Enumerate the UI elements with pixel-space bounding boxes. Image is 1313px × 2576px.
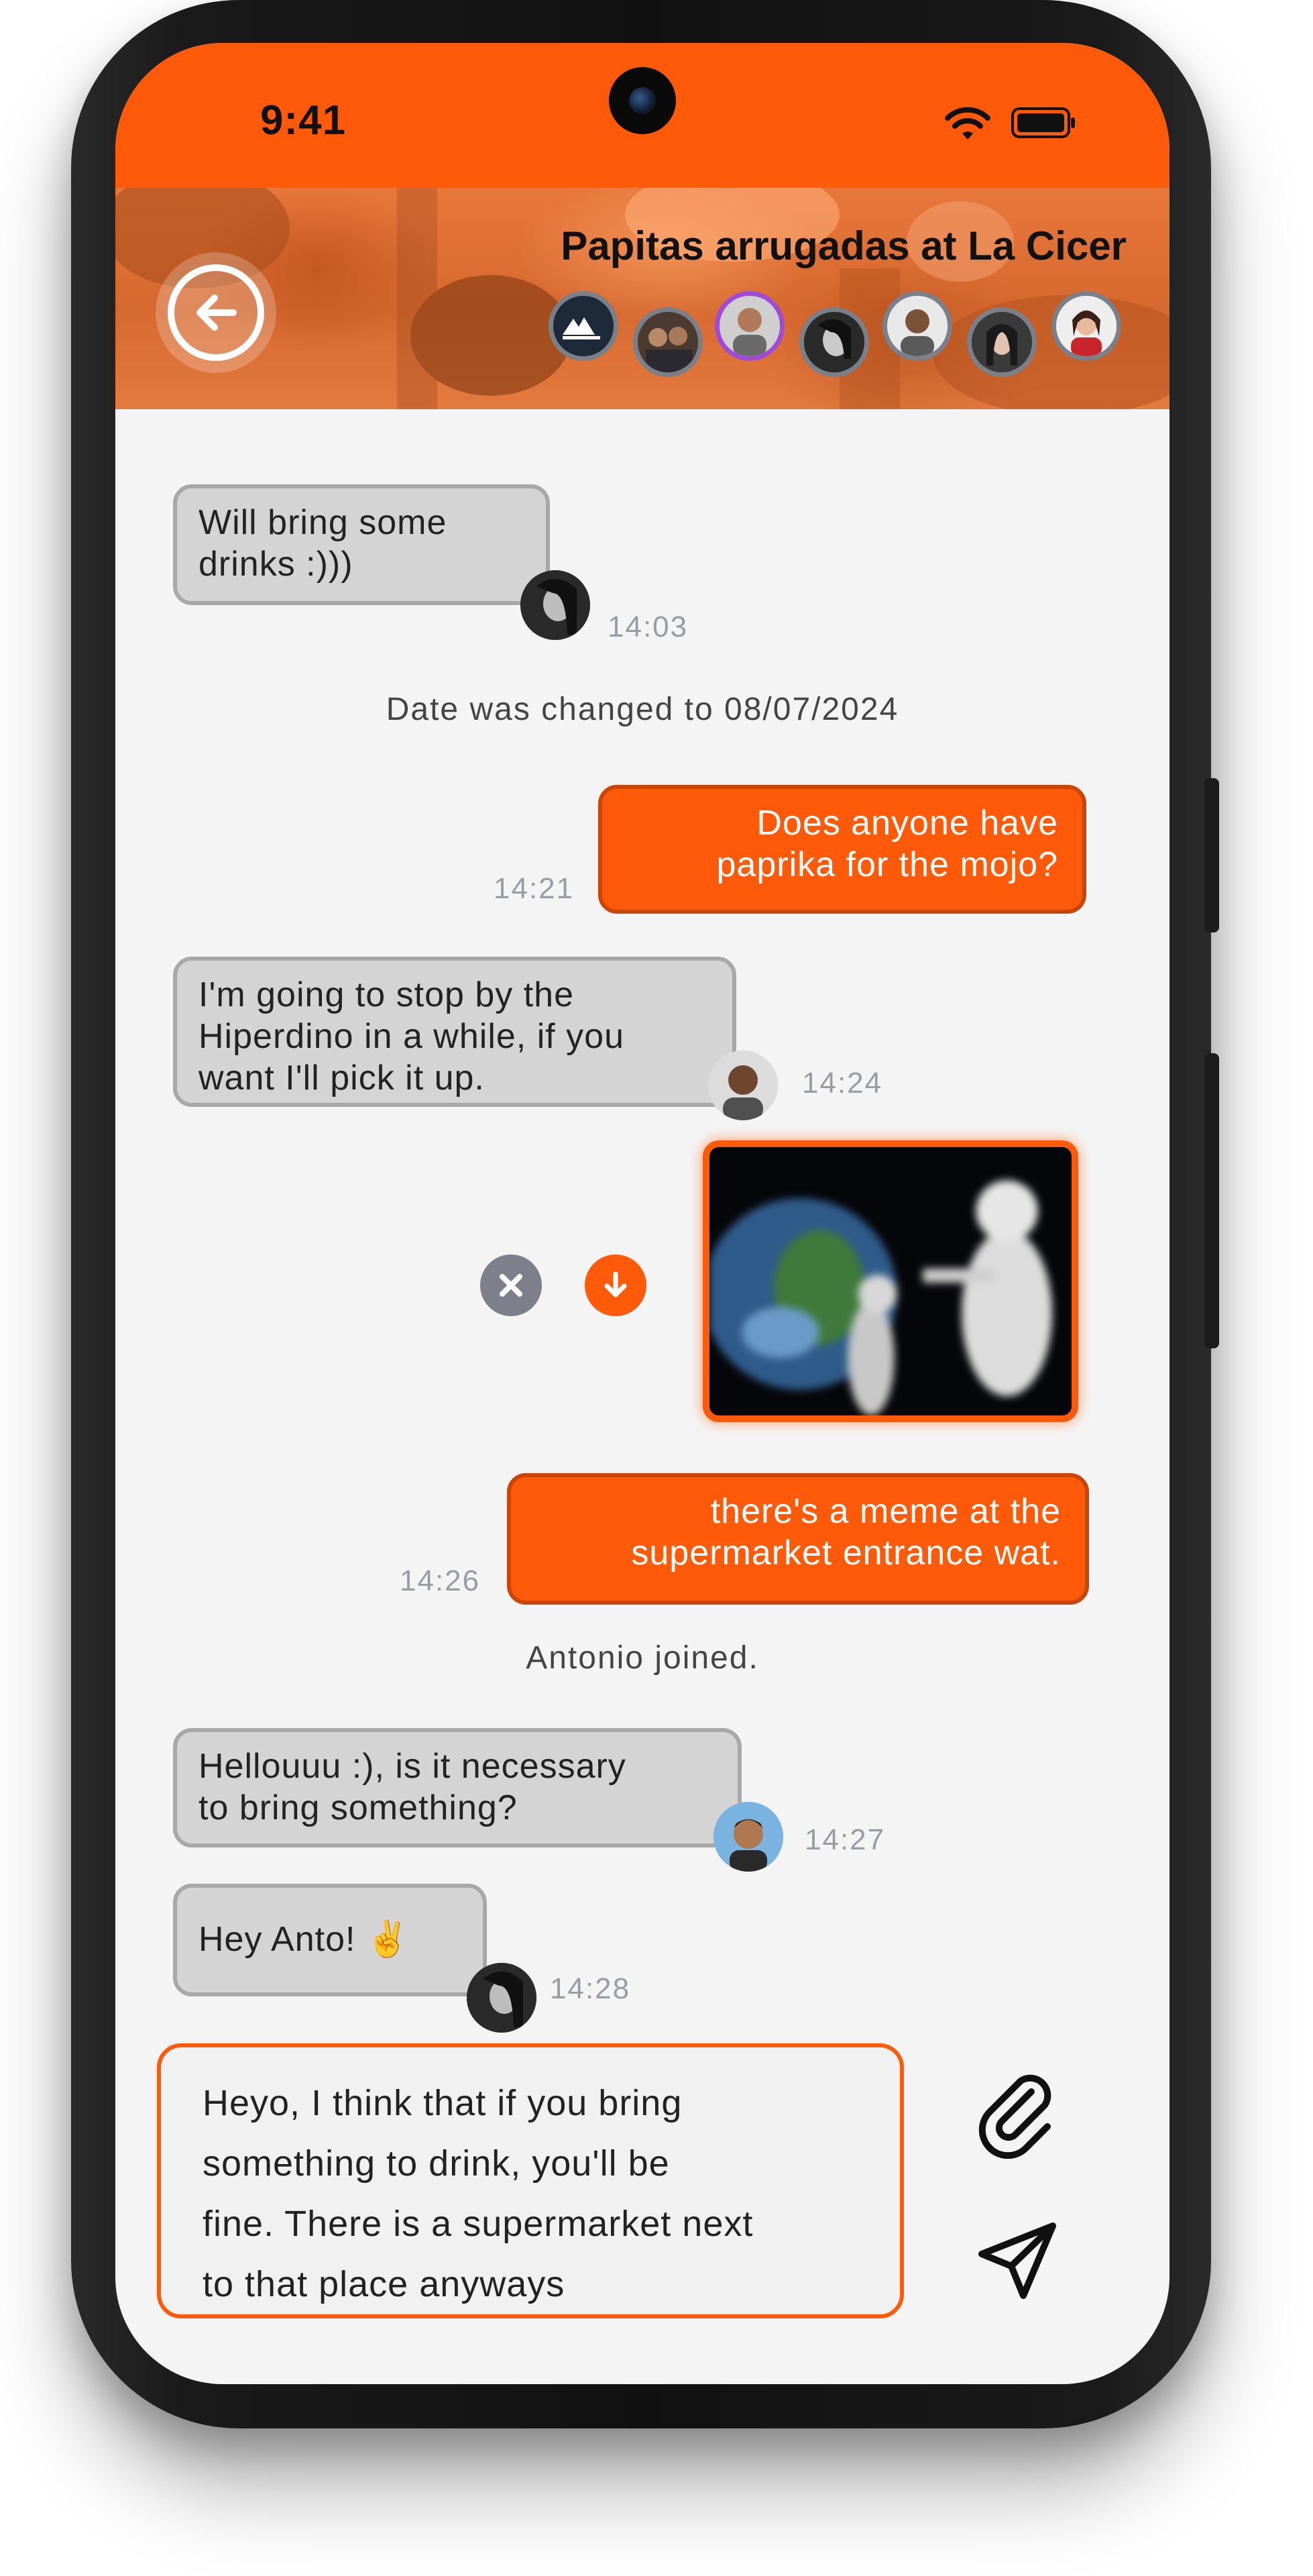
input-text-line: something to drink, you'll be (203, 2143, 670, 2184)
person-avatar-image (972, 312, 1032, 372)
message-timestamp: 14:26 (400, 1564, 481, 1597)
input-text-line: to that place anyways (203, 2264, 565, 2304)
input-text-line: Heyo, I think that if you bring (203, 2083, 683, 2123)
volume-up-button (1204, 778, 1219, 932)
phone-screen: 9:41 Papitas arrugadas at La Cicer Will … (115, 43, 1169, 2384)
person-avatar-image (804, 312, 864, 372)
chat-header: Papitas arrugadas at La Cicer (115, 188, 1169, 409)
image-message[interactable] (703, 1140, 1078, 1422)
cancel-download-button[interactable] (480, 1254, 542, 1316)
canvas: 9:41 Papitas arrugadas at La Cicer Will … (0, 0, 1313, 2576)
status-time: 9:41 (260, 97, 347, 144)
status-bar: 9:41 (115, 43, 1169, 188)
message-timestamp: 14:27 (805, 1823, 886, 1856)
incoming-message-bubble[interactable]: I'm going to stop by the Hiperdino in a … (173, 957, 736, 1107)
logo-avatar-image (563, 317, 600, 339)
message-text-line: Hellouuu :), is it necessary (198, 1747, 626, 1786)
battery-icon (1011, 107, 1075, 138)
participant-avatar[interactable] (967, 307, 1037, 377)
participant-avatar[interactable] (799, 307, 869, 377)
message-text-line: there's a meme at the (710, 1492, 1061, 1531)
wifi-icon (945, 107, 990, 140)
person-avatar-image (520, 570, 590, 640)
message-text-line: Will bring some (198, 503, 447, 542)
person-avatar-image (638, 312, 698, 372)
sender-avatar[interactable] (708, 1051, 778, 1120)
participants-avatars[interactable] (549, 291, 1132, 392)
message-text-line: to bring something? (198, 1788, 518, 1827)
message-text-line: drinks :))) (198, 545, 353, 584)
person-avatar-image (708, 1051, 778, 1120)
outgoing-message-bubble[interactable]: there's a meme at the supermarket entran… (507, 1473, 1089, 1605)
person-avatar-image (1056, 296, 1117, 356)
person-avatar-image (887, 296, 948, 356)
person-avatar-image (467, 1963, 536, 2033)
close-icon (500, 1274, 522, 1297)
participant-avatar[interactable] (549, 291, 618, 361)
incoming-message-bubble[interactable]: Will bring some drinks :))) (173, 484, 550, 605)
participant-avatar[interactable] (715, 291, 785, 361)
message-input[interactable]: Heyo, I think that if you bring somethin… (157, 2043, 904, 2318)
message-timestamp: 14:03 (608, 610, 689, 643)
outgoing-message-bubble[interactable]: Does anyone have paprika for the mojo? (598, 785, 1086, 914)
arrow-left-icon (196, 294, 237, 331)
participant-avatar[interactable] (882, 291, 952, 361)
message-timestamp: 14:21 (494, 872, 575, 905)
download-arrow-icon (604, 1271, 627, 1297)
message-text-line: Does anyone have (756, 804, 1058, 843)
input-text-line: fine. There is a supermarket next (203, 2204, 754, 2244)
system-message: Antonio joined. (526, 1640, 759, 1676)
phone-frame: 9:41 Papitas arrugadas at La Cicer Will … (71, 0, 1219, 2428)
message-text-line: I'm going to stop by the (198, 975, 575, 1014)
front-camera (609, 67, 676, 134)
send-button[interactable] (967, 2211, 1068, 2312)
person-avatar-image (720, 296, 780, 356)
paperclip-icon (978, 2074, 1051, 2159)
participant-avatar[interactable] (1051, 291, 1121, 361)
participant-avatar[interactable] (633, 307, 703, 377)
sender-avatar[interactable] (713, 1802, 783, 1872)
back-icon-ring (168, 264, 264, 361)
blurred-meme-image (709, 1147, 1072, 1415)
download-image-button[interactable] (585, 1254, 646, 1316)
incoming-message-bubble[interactable]: Hellouuu :), is it necessary to bring so… (173, 1728, 742, 1847)
send-icon (978, 2222, 1056, 2299)
back-button[interactable] (156, 252, 276, 373)
system-message: Date was changed to 08/07/2024 (386, 692, 899, 727)
incoming-message-bubble[interactable]: Hey Anto! ✌️ (173, 1884, 487, 1996)
message-timestamp: 14:28 (550, 1972, 631, 2005)
attach-button[interactable] (967, 2062, 1068, 2163)
power-button (1204, 1053, 1219, 1348)
message-text-line: Hiperdino in a while, if you (198, 1017, 624, 1056)
sender-avatar[interactable] (520, 570, 590, 640)
message-timestamp: 14:24 (802, 1067, 883, 1099)
sender-avatar[interactable] (467, 1963, 536, 2033)
message-text-line: supermarket entrance wat. (631, 1534, 1061, 1572)
chat-title[interactable]: Papitas arrugadas at La Cicer (561, 223, 1127, 269)
camera-lens (629, 87, 656, 114)
message-text-line: paprika for the mojo? (716, 845, 1058, 884)
message-text-line: want I'll pick it up. (198, 1059, 485, 1097)
person-avatar-image (713, 1802, 783, 1872)
message-text-line: Hey Anto! ✌️ (198, 1920, 410, 1959)
